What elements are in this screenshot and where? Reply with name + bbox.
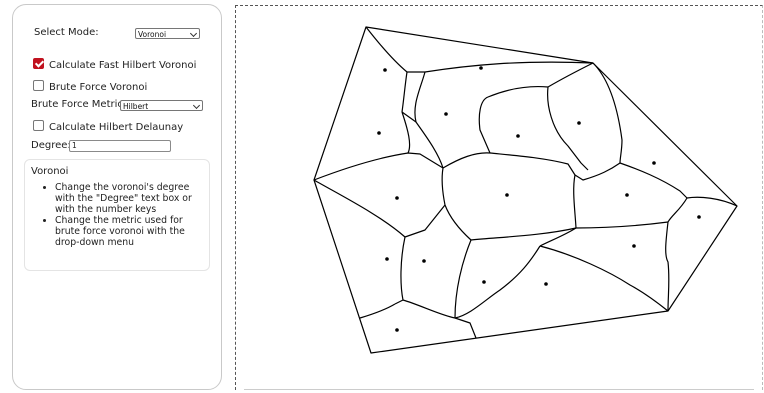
site-point — [632, 244, 636, 248]
site-point — [385, 257, 389, 261]
site-point — [422, 259, 426, 263]
voronoi-edge — [401, 71, 408, 113]
voronoi-edge — [454, 245, 541, 319]
voronoi-edge — [547, 86, 589, 171]
site-point — [479, 66, 483, 70]
site-point — [395, 328, 399, 332]
voronoi-diagram[interactable] — [0, 0, 764, 393]
site-point — [383, 68, 387, 72]
voronoi-edge — [394, 236, 406, 305]
voronoi-edge — [359, 303, 396, 319]
site-point — [697, 215, 701, 219]
voronoi-edge — [547, 62, 594, 88]
site-point — [395, 196, 399, 200]
voronoi-edge — [489, 152, 621, 181]
site-point — [544, 282, 548, 286]
voronoi-edge — [401, 111, 411, 154]
site-point — [577, 121, 581, 125]
site-point — [377, 131, 381, 135]
voronoi-edge — [619, 162, 688, 199]
voronoi-edge — [313, 179, 446, 238]
boundary-polygon — [313, 26, 738, 354]
site-point — [444, 112, 448, 116]
site-point — [652, 161, 656, 165]
voronoi-edge — [470, 221, 669, 241]
voronoi-edge — [365, 26, 594, 73]
voronoi-edge — [454, 239, 472, 319]
voronoi-edge — [665, 221, 670, 312]
site-point — [516, 134, 520, 138]
voronoi-edge — [402, 299, 477, 339]
voronoi-edge — [539, 245, 669, 312]
site-point — [505, 193, 509, 197]
site-point — [625, 193, 629, 197]
voronoi-edge — [478, 85, 549, 154]
site-point — [482, 280, 486, 284]
voronoi-edge — [313, 152, 444, 181]
voronoi-edge — [441, 167, 472, 241]
voronoi-edge — [442, 152, 491, 169]
voronoi-edge — [573, 174, 577, 229]
voronoi-edge — [667, 197, 688, 223]
